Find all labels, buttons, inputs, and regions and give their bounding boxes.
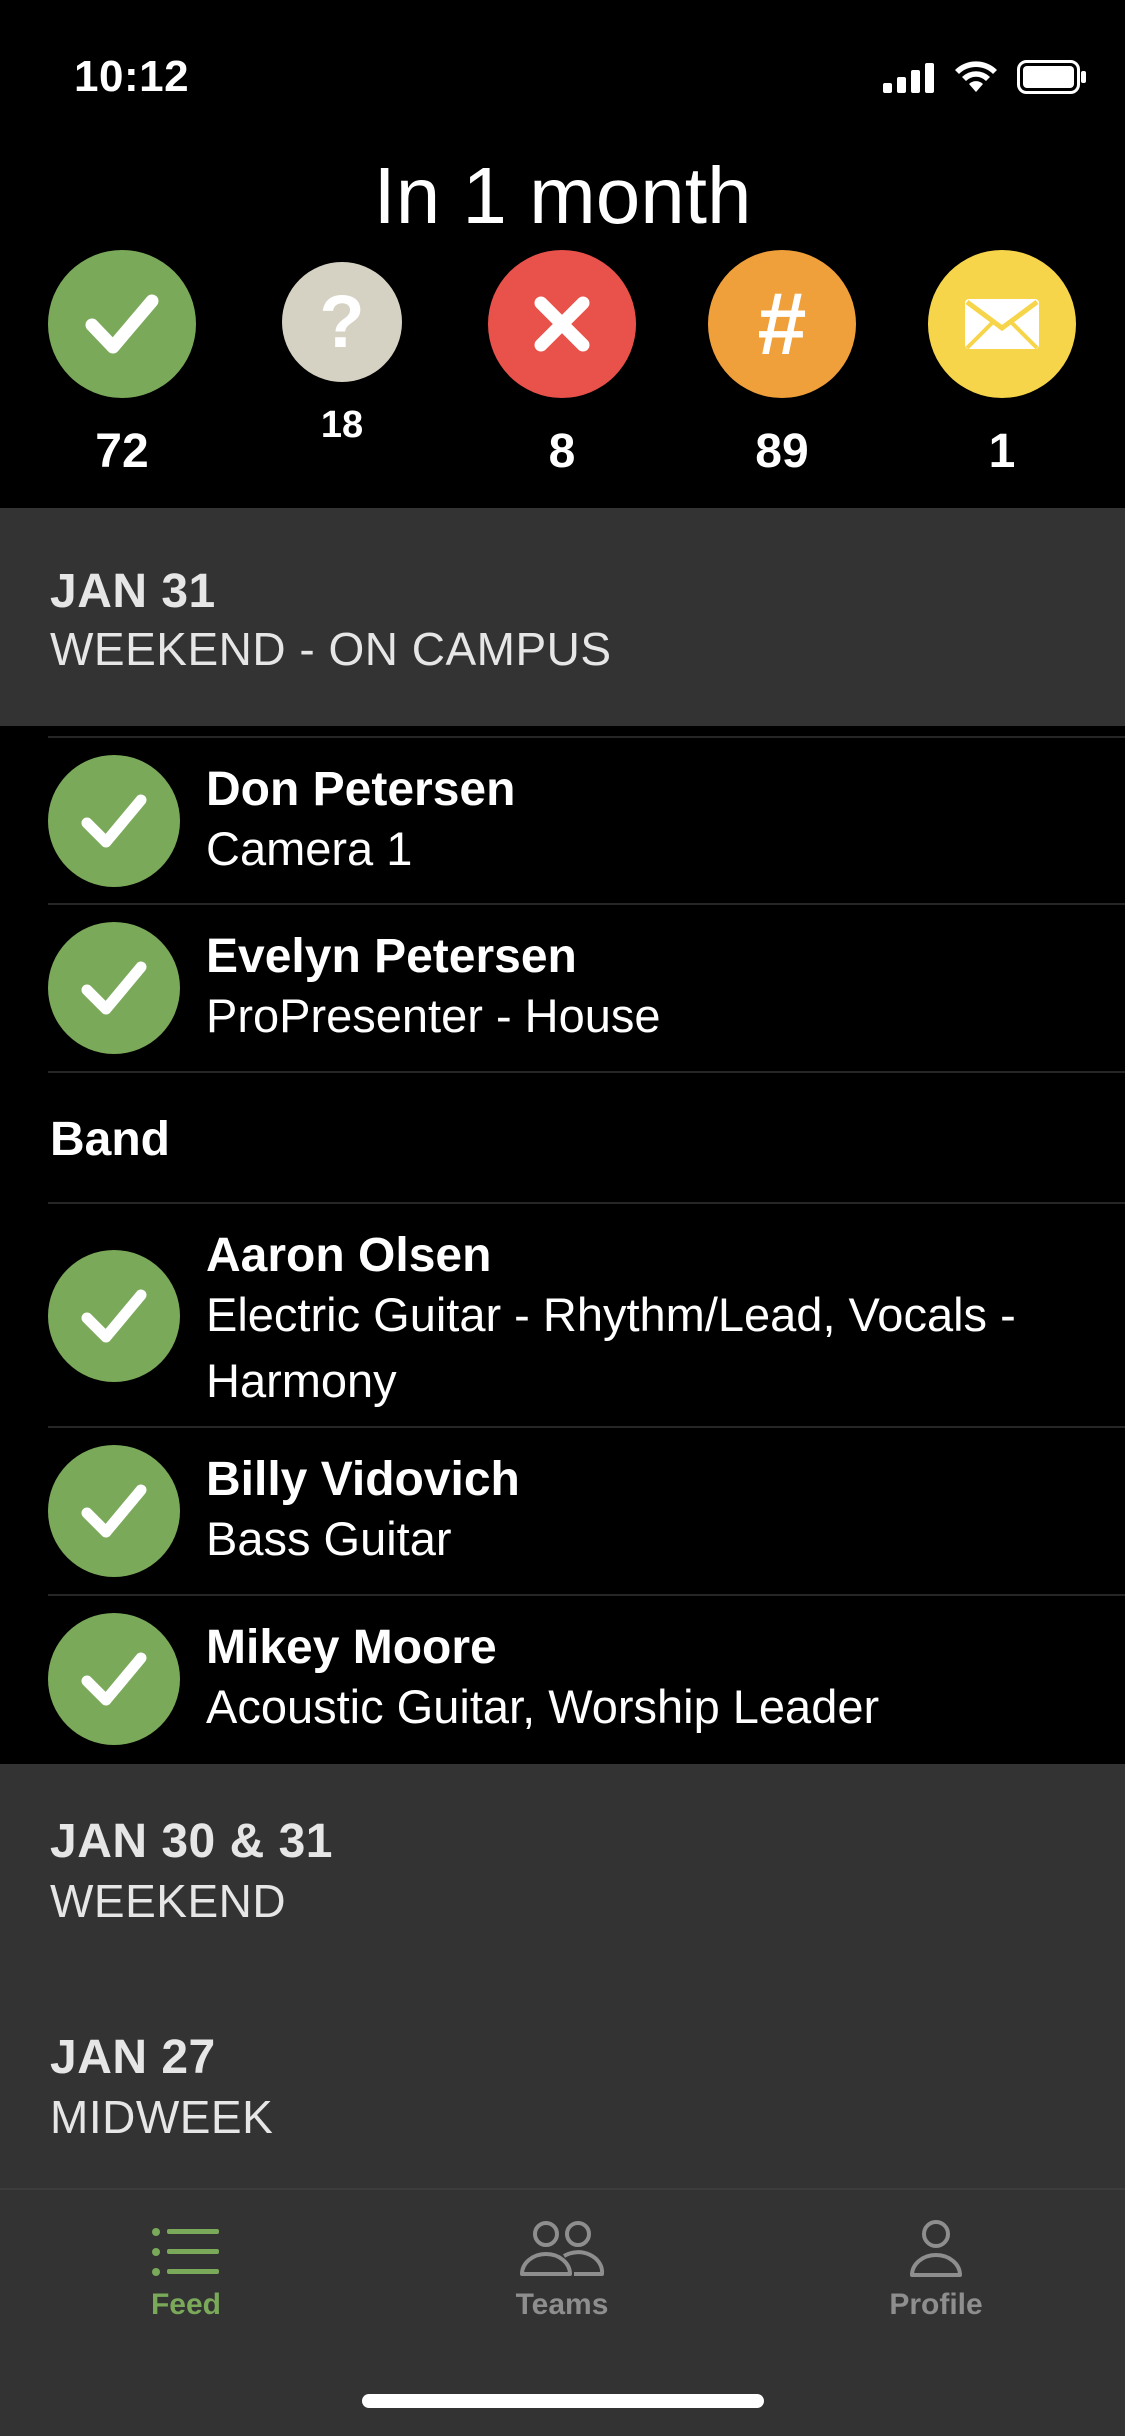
stat-pending[interactable]: ? 18	[267, 262, 417, 447]
person-name: Don Petersen	[206, 763, 516, 816]
tab-teams[interactable]: Teams	[442, 2218, 682, 2322]
stat-declined[interactable]: 8	[487, 250, 637, 479]
cellular-signal-icon	[883, 63, 934, 93]
section-subtitle: WEEKEND - ON CAMPUS	[50, 623, 612, 675]
stat-count: 89	[755, 425, 809, 478]
tab-label: Teams	[515, 2288, 609, 2321]
status-icons	[883, 60, 1087, 94]
stat-count: 1	[988, 425, 1016, 478]
divider	[48, 1071, 1125, 1073]
summary-stats: 72 ? 18 8 # 89 1	[0, 250, 1125, 500]
mail-icon	[928, 250, 1076, 398]
stat-count: 18	[320, 404, 364, 446]
section-date: JAN 31	[50, 565, 216, 618]
list-item[interactable]: Billy Vidovich Bass Guitar	[0, 1428, 1125, 1594]
list-item[interactable]: Evelyn Petersen ProPresenter - House	[0, 905, 1125, 1071]
person-name: Evelyn Petersen	[206, 930, 577, 983]
wifi-icon	[955, 61, 997, 92]
page-title: In 1 month	[373, 151, 752, 240]
check-icon	[48, 1250, 180, 1382]
list-icon	[152, 2228, 219, 2276]
status-bar: 10:12	[0, 0, 1125, 140]
tab-label: Feed	[150, 2288, 222, 2321]
person-role: Camera 1	[206, 822, 413, 875]
stat-messages[interactable]: 1	[927, 250, 1077, 479]
group-label: Band	[50, 1113, 170, 1166]
person-name: Mikey Moore	[206, 1621, 497, 1674]
stat-accepted[interactable]: 72	[47, 250, 197, 479]
tab-label: Profile	[889, 2288, 983, 2321]
person-name: Billy Vidovich	[206, 1453, 520, 1506]
section-subtitle: MIDWEEK	[50, 2091, 274, 2143]
hash-icon: #	[708, 250, 856, 398]
stat-count: 72	[95, 425, 149, 478]
question-icon: ?	[282, 262, 402, 382]
section-date: JAN 27	[50, 2031, 216, 2084]
stat-scheduled[interactable]: # 89	[707, 250, 857, 479]
person-role: Acoustic Guitar, Worship Leader	[206, 1680, 880, 1733]
person-name: Aaron Olsen	[206, 1229, 492, 1282]
check-icon	[48, 755, 180, 887]
check-icon	[48, 1613, 180, 1745]
people-icon	[520, 2221, 605, 2276]
collapsed-sections: JAN 30 & 31 WEEKEND JAN 27 MIDWEEK	[0, 1764, 1125, 2188]
list-item[interactable]: Aaron Olsen Electric Guitar - Rhythm/Lea…	[0, 1204, 1125, 1426]
status-time: 10:12	[74, 52, 190, 101]
battery-icon	[1017, 60, 1086, 94]
check-icon	[48, 922, 180, 1054]
list-item[interactable]: Don Petersen Camera 1	[0, 738, 1125, 904]
person-icon	[910, 2220, 962, 2277]
person-role: Bass Guitar	[206, 1512, 452, 1565]
section-date: JAN 30 & 31	[50, 1815, 333, 1868]
check-icon	[48, 1445, 180, 1577]
section-header-jan-27[interactable]: JAN 27 MIDWEEK	[0, 1976, 1125, 2188]
stat-count: 8	[548, 425, 576, 478]
list-item[interactable]: Mikey Moore Acoustic Guitar, Worship Lea…	[0, 1596, 1125, 1762]
section-header-jan-31[interactable]: JAN 31 WEEKEND - ON CAMPUS	[0, 508, 1125, 726]
tab-profile[interactable]: Profile	[816, 2218, 1056, 2322]
tab-feed[interactable]: Feed	[66, 2218, 306, 2322]
home-indicator[interactable]	[362, 2394, 764, 2408]
person-role: Electric Guitar - Rhythm/Lead, Vocals - …	[206, 1288, 1016, 1407]
section-header-jan-30-31[interactable]: JAN 30 & 31 WEEKEND	[0, 1764, 1125, 1976]
person-role: ProPresenter - House	[206, 989, 661, 1042]
x-icon	[488, 250, 636, 398]
section-subtitle: WEEKEND	[50, 1875, 287, 1927]
check-icon	[48, 250, 196, 398]
